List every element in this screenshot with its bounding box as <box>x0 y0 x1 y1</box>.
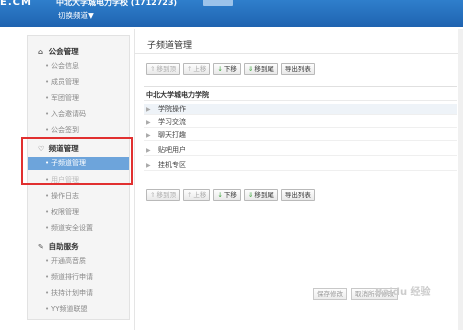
move-bottom-label: 移到尾 <box>254 65 274 73</box>
expand-triangle-icon: ▶ <box>146 106 151 113</box>
list-header-divider <box>144 100 457 101</box>
expand-triangle-icon: ▶ <box>146 147 151 154</box>
scrollbar[interactable] <box>458 29 463 330</box>
sidebar-section-self-service[interactable]: ✎ 自助服务 <box>38 241 79 252</box>
list-item-label: 贴吧用户 <box>158 146 186 154</box>
expand-triangle-icon: ▶ <box>146 119 151 126</box>
sidebar-section-label: 公会管理 <box>48 47 79 56</box>
sidebar-item-guild-checkin[interactable]: 公会签到 <box>28 124 129 137</box>
move-down-label: 下移 <box>223 65 237 73</box>
home-icon: ⌂ <box>38 48 44 56</box>
expand-triangle-icon: ▶ <box>146 162 151 169</box>
title-divider <box>135 53 463 54</box>
save-changes-button[interactable]: 保存修改 <box>313 288 347 300</box>
top-toolbar: ⇑ 移到顶 ↑ 上移 ↓ 下移 ⇓ 移到尾 导出列表 <box>146 63 315 75</box>
move-top-button[interactable]: ⇑ 移到顶 <box>146 63 180 75</box>
sidebar-item-legion-management[interactable]: 军团管理 <box>28 92 129 105</box>
move-bottom-button[interactable]: ⇓ 移到尾 <box>243 189 278 201</box>
arrow-bottom-icon: ⇓ <box>247 65 254 73</box>
export-list-button[interactable]: 导出列表 <box>280 189 315 201</box>
move-down-button[interactable]: ↓ 下移 <box>213 63 241 75</box>
list-item[interactable]: ▶ 挂机专区 <box>144 160 457 171</box>
move-top-button[interactable]: ⇑ 移到顶 <box>146 189 180 201</box>
arrow-bottom-icon: ⇓ <box>247 191 254 199</box>
move-top-label: 移到顶 <box>156 191 176 199</box>
arrow-up-icon: ↑ <box>186 191 193 199</box>
sidebar-item-guild-info[interactable]: 公会信息 <box>28 60 129 73</box>
switch-channel-dropdown[interactable]: 切换频道▼ <box>58 10 94 21</box>
wrench-icon: ✎ <box>38 243 44 251</box>
bottom-toolbar: ⇑ 移到顶 ↑ 上移 ↓ 下移 ⇓ 移到尾 导出列表 <box>146 189 315 201</box>
move-up-label: 上移 <box>193 191 207 199</box>
sidebar-item-operation-log[interactable]: 操作日志 <box>28 190 129 203</box>
sidebar-item-support-plan[interactable]: 扶持计划申请 <box>28 287 129 300</box>
sidebar-section-label: 自助服务 <box>48 242 79 251</box>
subchannel-list: 中北大学城电力学院 ▶ 学院操作 ▶ 学习交流 ▶ 聊天打趣 ▶ 贴吧用户 ▶ … <box>144 86 457 178</box>
baidu-watermark: Baidu 经验 <box>375 287 431 298</box>
sidebar-item-invite-code[interactable]: 入会邀请码 <box>28 108 129 121</box>
move-up-button[interactable]: ↑ 上移 <box>182 63 211 75</box>
top-header: E.CM 中北大学城电力学校 (1712723) 切换频道▼ <box>0 0 463 27</box>
list-item[interactable]: ▶ 聊天打趣 <box>144 130 457 141</box>
move-up-label: 上移 <box>193 65 207 73</box>
list-item-label: 挂机专区 <box>158 161 186 169</box>
sidebar-item-hq-audio[interactable]: 开通高音质 <box>28 255 129 268</box>
list-header: 中北大学城电力学院 <box>146 91 209 99</box>
move-up-button[interactable]: ↑ 上移 <box>182 189 211 201</box>
export-list-button[interactable]: 导出列表 <box>280 63 315 75</box>
sidebar-item-channel-security[interactable]: 频道安全设置 <box>28 222 129 235</box>
move-bottom-button[interactable]: ⇓ 移到尾 <box>243 63 278 75</box>
list-item-label: 学院操作 <box>158 105 186 113</box>
arrow-down-icon: ↓ <box>217 65 223 73</box>
channel-title: 中北大学城电力学校 (1712723) <box>56 0 178 7</box>
page-title: 子频道管理 <box>147 41 193 51</box>
move-down-button[interactable]: ↓ 下移 <box>213 189 241 201</box>
move-bottom-label: 移到尾 <box>254 191 274 199</box>
list-item[interactable]: ▶ 学院操作 <box>144 104 457 115</box>
arrow-up-icon: ↑ <box>186 65 193 73</box>
list-item[interactable]: ▶ 学习交流 <box>144 117 457 128</box>
move-top-label: 移到顶 <box>156 65 176 73</box>
arrow-top-icon: ⇑ <box>150 191 156 199</box>
app-logo: E.CM <box>0 0 32 8</box>
export-list-label: 导出列表 <box>284 191 311 199</box>
highlight-annotation-box <box>21 137 133 185</box>
list-item[interactable]: ▶ 贴吧用户 <box>144 145 457 156</box>
channel-title-badge <box>203 0 233 6</box>
arrow-top-icon: ⇑ <box>150 65 156 73</box>
sidebar-item-permission-management[interactable]: 权限管理 <box>28 206 129 219</box>
sidebar-item-yy-alliance[interactable]: YY频道联盟 <box>28 303 129 316</box>
arrow-down-icon: ↓ <box>217 191 223 199</box>
sidebar-item-ranking-apply[interactable]: 频道排行申请 <box>28 271 129 284</box>
list-item-label: 学习交流 <box>158 118 186 126</box>
sidebar-item-member-management[interactable]: 成员管理 <box>28 76 129 89</box>
sidebar-section-guild[interactable]: ⌂ 公会管理 <box>38 46 79 57</box>
expand-triangle-icon: ▶ <box>146 132 151 139</box>
move-down-label: 下移 <box>223 191 237 199</box>
export-list-label: 导出列表 <box>284 65 311 73</box>
list-item-label: 聊天打趣 <box>158 131 186 139</box>
